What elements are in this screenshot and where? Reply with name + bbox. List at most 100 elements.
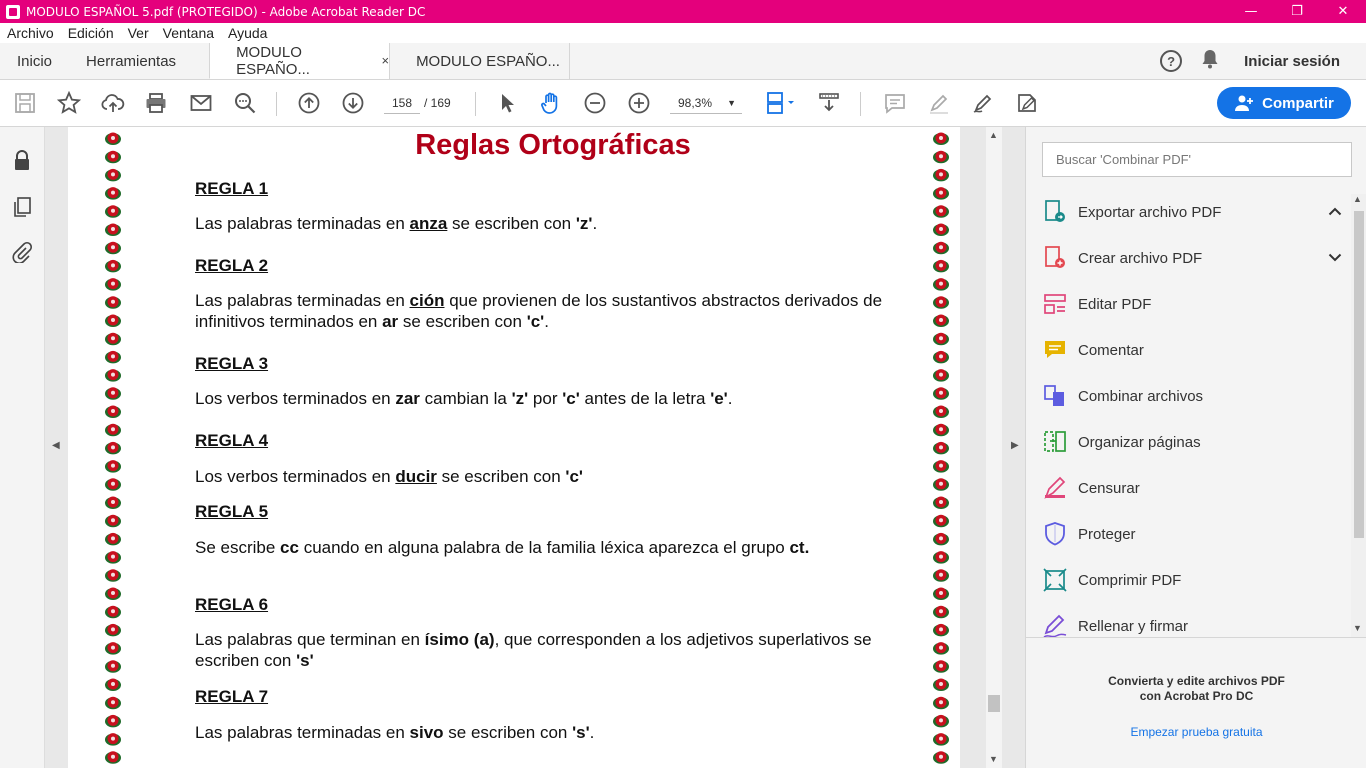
rule-fragment: . bbox=[589, 723, 595, 742]
page-display-icon[interactable] bbox=[762, 90, 798, 116]
next-page-icon[interactable] bbox=[340, 90, 366, 116]
tool-item-label: Exportar archivo PDF bbox=[1078, 203, 1222, 221]
scroll-mode-icon[interactable] bbox=[816, 90, 842, 116]
promo-line-2: con Acrobat Pro DC bbox=[1139, 689, 1254, 703]
search-zoom-icon[interactable] bbox=[232, 90, 258, 116]
flower-ornament bbox=[105, 460, 121, 473]
promo-text: Convierta y edite archivos PDF con Acrob… bbox=[1026, 674, 1366, 704]
tool-item-label: Organizar páginas bbox=[1078, 433, 1201, 451]
tool-item[interactable]: Censurar bbox=[1042, 470, 1342, 506]
tools-scrollbar-thumb[interactable] bbox=[1354, 211, 1364, 538]
highlight-pen-icon[interactable] bbox=[926, 90, 952, 116]
menu-archivo[interactable]: Archivo bbox=[0, 25, 61, 41]
upload-cloud-icon[interactable] bbox=[100, 90, 126, 116]
chevron-down-icon[interactable] bbox=[1328, 251, 1342, 265]
previous-page-icon[interactable] bbox=[296, 90, 322, 116]
flower-ornament bbox=[105, 223, 121, 236]
tab-document-active[interactable]: MODULO ESPAÑO... × bbox=[209, 43, 390, 79]
notifications-bell-icon[interactable] bbox=[1200, 48, 1220, 75]
tool-item-label: Censurar bbox=[1078, 479, 1140, 497]
tab-close-icon[interactable]: × bbox=[381, 53, 389, 68]
tab-inicio[interactable]: Inicio bbox=[0, 43, 69, 79]
signin-button[interactable]: Iniciar sesión bbox=[1244, 53, 1340, 70]
tool-item-label: Comprimir PDF bbox=[1078, 571, 1182, 589]
tool-item[interactable]: Editar PDF bbox=[1042, 286, 1342, 322]
document-vertical-scrollbar[interactable]: ▲ ▼ bbox=[986, 127, 1002, 768]
tool-item[interactable]: Organizar páginas bbox=[1042, 424, 1342, 460]
flower-ornament bbox=[933, 642, 949, 655]
comment-note-icon[interactable] bbox=[882, 90, 908, 116]
zoom-level-select[interactable]: 98,3% ▼ bbox=[670, 92, 742, 114]
flower-ornament bbox=[105, 532, 121, 546]
scroll-up-arrow-icon[interactable]: ▲ bbox=[989, 130, 998, 140]
tool-item[interactable]: Comentar bbox=[1042, 332, 1342, 368]
close-window-button[interactable]: ✕ bbox=[1320, 0, 1366, 23]
tools-search-input[interactable]: Buscar 'Combinar PDF' bbox=[1042, 142, 1352, 177]
tab-document-other[interactable]: MODULO ESPAÑO... bbox=[389, 43, 569, 79]
menu-ayuda[interactable]: Ayuda bbox=[221, 25, 274, 41]
tools-scroll-down-icon[interactable]: ▼ bbox=[1353, 623, 1362, 633]
chevron-up-icon[interactable] bbox=[1328, 205, 1342, 219]
tools-list-scrollbar[interactable]: ▲ ▼ bbox=[1351, 194, 1366, 637]
flower-ornament bbox=[105, 623, 121, 637]
flower-ornament bbox=[105, 660, 121, 673]
toolbar-separator-2 bbox=[475, 92, 476, 116]
attachments-paperclip-icon[interactable] bbox=[11, 241, 33, 264]
menu-ver[interactable]: Ver bbox=[121, 25, 156, 41]
minimize-button[interactable]: — bbox=[1228, 0, 1274, 23]
flower-ornament bbox=[933, 387, 949, 400]
help-icon[interactable]: ? bbox=[1160, 50, 1183, 72]
save-icon[interactable] bbox=[12, 90, 38, 116]
rule-emphasis: cc bbox=[280, 538, 299, 557]
document-title: Reglas Ortográficas bbox=[415, 129, 691, 161]
flower-ornament bbox=[933, 587, 949, 600]
tool-item[interactable]: Crear archivo PDF bbox=[1042, 240, 1342, 276]
bookmark-star-icon[interactable] bbox=[56, 90, 82, 116]
tool-item[interactable]: Rellenar y firmar bbox=[1042, 608, 1342, 637]
decorative-flower-border-left bbox=[105, 132, 121, 764]
flower-ornament bbox=[933, 332, 949, 346]
rule-emphasis: ísimo (a) bbox=[424, 630, 495, 649]
tool-item[interactable]: Proteger bbox=[1042, 516, 1342, 552]
zoom-in-icon[interactable] bbox=[626, 90, 652, 116]
print-icon[interactable] bbox=[143, 90, 169, 116]
rule-emphasis: ducir bbox=[395, 467, 437, 486]
add-person-icon bbox=[1235, 95, 1254, 111]
tab-herramientas[interactable]: Herramientas bbox=[69, 43, 209, 79]
draw-freehand-icon[interactable] bbox=[970, 90, 996, 116]
upgrade-promo: Convierta y edite archivos PDF con Acrob… bbox=[1026, 637, 1366, 768]
scroll-down-arrow-icon[interactable]: ▼ bbox=[989, 754, 998, 764]
flower-ornament bbox=[933, 532, 949, 546]
tool-item[interactable]: Exportar archivo PDF bbox=[1042, 194, 1342, 230]
tool-item[interactable]: Comprimir PDF bbox=[1042, 562, 1342, 598]
zoom-out-icon[interactable] bbox=[582, 90, 608, 116]
flower-ornament bbox=[105, 168, 121, 182]
expand-right-panel-icon[interactable]: ▶ bbox=[1011, 440, 1019, 451]
fill-sign-toolbar-icon[interactable] bbox=[1014, 90, 1040, 116]
flower-ornament bbox=[105, 587, 121, 600]
scrollbar-thumb[interactable] bbox=[988, 695, 1000, 712]
flower-ornament bbox=[933, 314, 949, 327]
menu-ventana[interactable]: Ventana bbox=[156, 25, 221, 41]
hand-tool-icon[interactable] bbox=[538, 90, 564, 116]
rule-emphasis: 'z' bbox=[511, 389, 529, 408]
tool-item[interactable]: Combinar archivos bbox=[1042, 378, 1342, 414]
page-thumbnails-icon[interactable] bbox=[11, 196, 33, 218]
rule-emphasis: 'c' bbox=[565, 467, 583, 486]
share-button[interactable]: Compartir bbox=[1217, 87, 1351, 119]
page-number-input[interactable]: 158 bbox=[384, 92, 420, 114]
menu-edicion[interactable]: Edición bbox=[61, 25, 121, 41]
restore-button[interactable]: ❐ bbox=[1274, 0, 1320, 23]
flower-ornament bbox=[105, 296, 121, 309]
collapse-left-panel-icon[interactable]: ◀ bbox=[52, 440, 60, 451]
rule-fragment: Las palabras que terminan en bbox=[195, 630, 425, 649]
tools-scroll-up-icon[interactable]: ▲ bbox=[1353, 194, 1362, 204]
email-icon[interactable] bbox=[188, 90, 214, 116]
lock-icon[interactable] bbox=[11, 149, 33, 171]
rule-heading-4: REGLA 4 bbox=[195, 431, 269, 450]
flower-ornament bbox=[933, 623, 949, 637]
free-trial-link[interactable]: Empezar prueba gratuita bbox=[1026, 725, 1366, 739]
document-viewport[interactable]: ◀ Reglas Ortográficas REGLA 1 Las palabr… bbox=[45, 127, 1025, 768]
select-cursor-icon[interactable] bbox=[494, 90, 520, 116]
flower-ornament bbox=[933, 369, 949, 382]
